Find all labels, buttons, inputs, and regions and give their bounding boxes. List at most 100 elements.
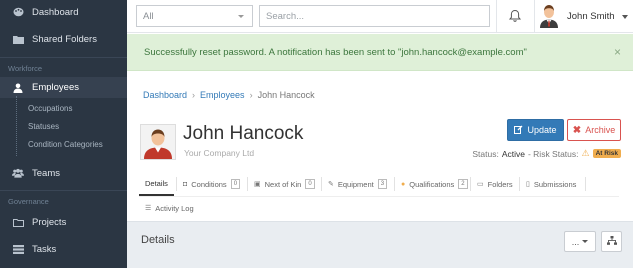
tree-line — [16, 96, 17, 156]
breadcrumb-current: John Hancock — [257, 90, 315, 100]
sidebar-item-label: Employees — [32, 82, 79, 93]
sidebar-item-employees[interactable]: Employees — [0, 77, 127, 98]
wrench-icon: ✎ — [328, 181, 334, 188]
users-icon — [12, 168, 24, 178]
sidebar-subitem-condition-categories[interactable]: Condition Categories — [28, 140, 103, 149]
tab-label: Details — [145, 178, 168, 188]
sidebar-item-label: Shared Folders — [32, 33, 97, 45]
folder-open-icon — [12, 217, 24, 227]
circle-icon: ● — [401, 180, 406, 188]
more-actions-button[interactable]: ... — [564, 231, 596, 252]
sidebar-item-label: Teams — [32, 167, 60, 179]
hierarchy-button[interactable] — [601, 231, 622, 252]
status-line: Status: Active - Risk Status: ⚠ At Risk — [472, 148, 621, 159]
tab-label: Submissions — [533, 179, 577, 189]
divider — [0, 190, 127, 191]
close-icon[interactable]: × — [614, 45, 621, 59]
tab-folders[interactable]: ▭ Folders — [471, 172, 519, 196]
risk-status-label: - Risk Status: — [527, 148, 579, 159]
user-menu[interactable]: John Smith — [539, 3, 628, 30]
archive-button[interactable]: ✖ Archive — [567, 119, 621, 141]
tab-details[interactable]: Details — [139, 172, 174, 196]
divider — [585, 177, 586, 191]
status-value: Active — [501, 148, 525, 159]
palette-icon — [12, 7, 24, 17]
user-icon — [12, 83, 24, 93]
breadcrumb: Dashboard › Employees › John Hancock — [143, 90, 315, 100]
divider — [139, 196, 619, 197]
breadcrumb-separator: › — [249, 90, 253, 100]
tab-next-of-kin[interactable]: ▣ Next of Kin 0 — [248, 172, 321, 196]
archive-button-label: Archive — [585, 125, 616, 135]
tab-submissions[interactable]: ▯ Submissions — [520, 172, 582, 196]
sidebar-item-dashboard[interactable]: Dashboard — [0, 2, 127, 22]
tab-qualifications[interactable]: ● Qualifications 2 — [395, 172, 474, 196]
tab-activity-log[interactable]: ☰ Activity Log — [139, 196, 200, 220]
file-icon: ▯ — [526, 181, 530, 188]
caret-down-icon — [582, 240, 589, 243]
card-icon: ▣ — [254, 181, 261, 188]
breadcrumb-separator: › — [192, 90, 196, 100]
tab-label: Equipment — [337, 179, 374, 189]
sidebar-item-teams[interactable]: Teams — [0, 163, 127, 183]
folder-icon — [12, 34, 24, 44]
tab-count: 2 — [458, 179, 468, 189]
tab-label: Activity Log — [155, 203, 194, 213]
update-button[interactable]: Update — [507, 119, 564, 141]
sidebar: Dashboard Shared Folders Workforce Emplo… — [0, 0, 127, 268]
tab-label: Conditions — [191, 179, 227, 189]
tab-equipment[interactable]: ✎ Equipment 3 — [322, 172, 393, 196]
sidebar-item-shared-folders[interactable]: Shared Folders — [0, 29, 127, 49]
status-label: Status: — [472, 148, 499, 159]
tab-count: 0 — [305, 179, 315, 189]
caret-down-icon — [621, 14, 628, 19]
tab-conditions[interactable]: ◘ Conditions 0 — [177, 172, 246, 196]
divider — [534, 0, 535, 33]
tasks-icon — [12, 244, 24, 254]
company-name: Your Company Ltd — [184, 148, 255, 158]
divider — [0, 57, 127, 58]
sidebar-item-label: Dashboard — [32, 6, 79, 18]
bell-icon[interactable] — [508, 9, 522, 23]
list-icon: ☰ — [145, 205, 152, 212]
filter-select-value: All — [143, 11, 154, 22]
sitemap-icon — [606, 236, 617, 247]
topbar: All John Smith — [127, 0, 633, 33]
search-input[interactable] — [259, 5, 490, 27]
warning-icon: ⚠ — [581, 148, 590, 158]
details-title: Details — [141, 234, 175, 246]
sidebar-item-label: Tasks — [32, 243, 57, 255]
alert-message: Successfully reset password. A notificat… — [144, 47, 527, 58]
update-button-label: Update — [527, 125, 557, 135]
user-avatar — [539, 3, 559, 30]
profile-tabs: Details ◘ Conditions 0 ▣ Next of Kin 0 ✎… — [139, 172, 619, 220]
tab-count: 0 — [230, 179, 241, 189]
times-icon: ✖ — [572, 124, 582, 136]
divider — [496, 0, 497, 33]
tab-label: Qualifications — [409, 179, 455, 189]
tab-label: Folders — [487, 179, 513, 189]
sidebar-subitem-occupations[interactable]: Occupations — [28, 104, 72, 113]
risk-status-badge: At Risk — [592, 149, 621, 158]
sidebar-item-label: Projects — [32, 216, 67, 228]
edit-icon — [514, 125, 523, 136]
breadcrumb-dashboard[interactable]: Dashboard — [143, 90, 187, 100]
filter-select[interactable]: All — [136, 5, 253, 27]
tab-label: Next of Kin — [264, 179, 302, 189]
user-name: John Smith — [567, 11, 615, 22]
sidebar-item-projects[interactable]: Projects — [0, 212, 127, 232]
success-alert: Successfully reset password. A notificat… — [127, 34, 633, 71]
breadcrumb-employees[interactable]: Employees — [200, 90, 245, 100]
sidebar-section-governance: Governance — [8, 197, 49, 206]
folder-icon: ▭ — [477, 181, 484, 188]
caret-down-icon — [238, 15, 244, 18]
avatar — [140, 124, 176, 160]
tab-count: 3 — [377, 179, 388, 189]
details-panel-header: Details ... — [127, 221, 633, 268]
sidebar-section-workforce: Workforce — [8, 64, 43, 73]
more-actions-label: ... — [571, 236, 580, 247]
page-title: John Hancock — [183, 123, 304, 144]
sidebar-item-tasks[interactable]: Tasks — [0, 239, 127, 259]
sidebar-subitem-statuses[interactable]: Statuses — [28, 122, 59, 131]
camera-icon: ◘ — [183, 180, 188, 188]
